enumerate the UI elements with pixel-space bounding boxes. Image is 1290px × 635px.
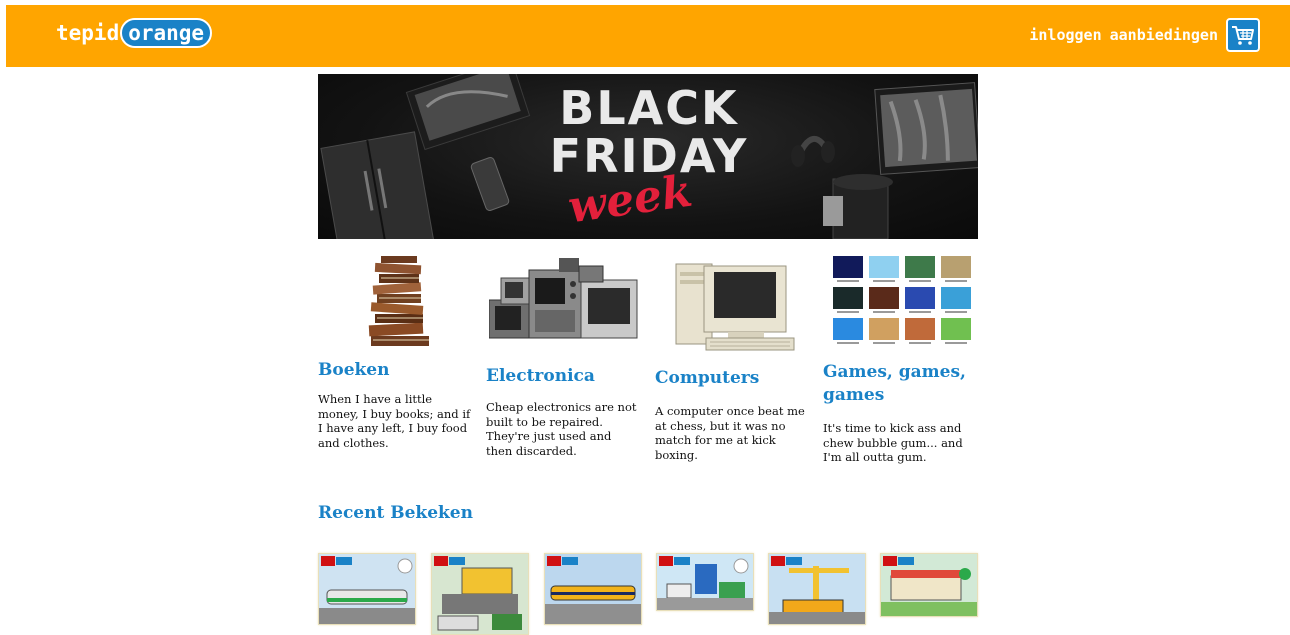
login-link[interactable]: inloggen	[1029, 26, 1101, 44]
recent-product-2[interactable]	[431, 553, 529, 635]
site-logo[interactable]: tepid orange	[56, 18, 213, 48]
category-card-computers[interactable]: Computers A computer once beat me at che…	[655, 251, 810, 462]
shopping-cart-icon[interactable]	[1226, 18, 1260, 52]
logo-text-highlight: orange	[120, 18, 213, 48]
recent-product-1[interactable]	[318, 553, 416, 625]
recent-product-6[interactable]	[880, 553, 978, 617]
recently-viewed-title: Recent Bekeken	[318, 503, 473, 523]
category-title-games[interactable]: Games, games, games	[823, 361, 978, 407]
books-stack-image[interactable]	[318, 251, 473, 351]
logo-text-prefix: tepid	[56, 21, 120, 45]
category-text-books: When I have a little money, I buy books;…	[318, 392, 471, 450]
black-friday-banner[interactable]: BLACK FRIDAY week	[318, 74, 978, 239]
offers-link[interactable]: aanbiedingen	[1110, 26, 1218, 44]
banner-headline: BLACK FRIDAY	[544, 84, 754, 180]
recent-product-3[interactable]	[544, 553, 642, 625]
category-text-games: It's time to kick ass and chew bubble gu…	[823, 421, 963, 464]
recent-product-5[interactable]	[768, 553, 866, 625]
games-collage-image[interactable]	[823, 251, 978, 351]
top-navigation-bar: tepid orange inloggen aanbiedingen	[6, 5, 1290, 67]
category-text-electronics: Cheap electronics are not built to be re…	[486, 400, 637, 458]
computer-image[interactable]	[655, 251, 810, 359]
recent-product-4[interactable]	[656, 553, 754, 611]
category-title-electronics[interactable]: Electronica	[486, 365, 641, 388]
category-title-computers[interactable]: Computers	[655, 367, 810, 390]
header-links: inloggen aanbiedingen	[1029, 18, 1260, 52]
category-text-computers: A computer once beat me at chess, but it…	[655, 404, 805, 462]
electronics-image[interactable]	[486, 251, 641, 355]
category-card-games[interactable]: Games, games, games It's time to kick as…	[823, 251, 978, 465]
banner-line-black: BLACK	[559, 81, 739, 135]
category-card-books[interactable]: Boeken When I have a little money, I buy…	[318, 251, 473, 450]
category-title-books[interactable]: Boeken	[318, 359, 473, 382]
category-card-electronics[interactable]: Electronica Cheap electronics are not bu…	[486, 251, 641, 458]
